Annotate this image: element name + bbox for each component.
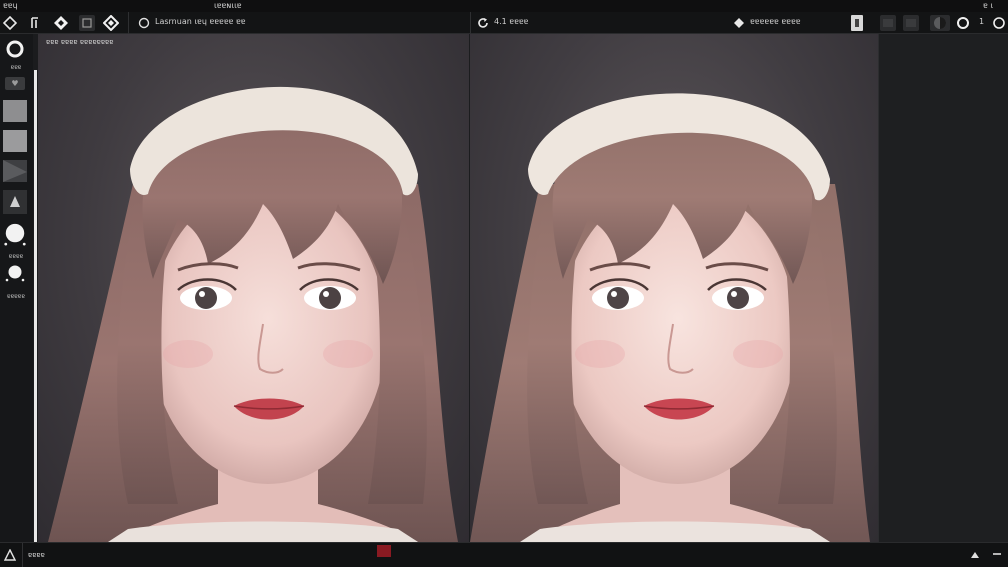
panel-scrollbar[interactable] — [34, 70, 37, 542]
bucket-bg — [3, 190, 27, 214]
grid-view-icon[interactable] — [880, 15, 896, 31]
heart-icon[interactable]: ♥ — [3, 75, 27, 91]
expand-up-icon[interactable] — [968, 549, 982, 561]
toolbar: Lasrnuan ɩɐɥ ɐɐɐɐɐ ɐɐ 4.1 ɐɐɐɐ ɐɐɐɐɐɐ ɐɐ… — [0, 12, 1008, 46]
warning-triangle-icon[interactable] — [2, 547, 18, 563]
menu-strip: ɐɐɥ ɩɐɐɴɩɩɐ ɐ ɩ — [0, 0, 1008, 12]
tag-icon[interactable] — [731, 15, 747, 31]
menu-left-label[interactable]: ɐɐɥ — [3, 1, 18, 10]
status-bar: ɐɐɐɐ — [0, 542, 1008, 567]
large-dot-icon[interactable] — [3, 220, 27, 248]
document-title[interactable]: Lasrnuan ɩɐɥ ɐɐɐɐɐ ɐɐ — [155, 17, 246, 26]
canvas-original[interactable]: ɐɐɐ ɐɐɐɐ ɐɐɐɐɐɐɐɐ — [38, 34, 469, 542]
portrait-result — [470, 93, 870, 542]
tool-panel: ɐɐɐ ♥ ɐɐɐɐ ɐɐɐɐɐ — [0, 34, 33, 542]
document-tab-icon[interactable] — [136, 15, 152, 31]
canvas-result[interactable] — [470, 34, 878, 542]
tool-label: ɐɐɐ — [10, 64, 22, 71]
portrait-original — [48, 86, 458, 542]
tool-label: ɐɐɐɐɐ — [6, 293, 25, 300]
properties-panel — [878, 34, 1008, 542]
swatch-light-fill — [3, 130, 27, 152]
status-divider — [22, 543, 23, 567]
menu-center-label[interactable]: ɩɐɐɴɩɩɐ — [214, 1, 242, 10]
collapse-icon[interactable] — [990, 549, 1004, 561]
ring-icon[interactable] — [991, 15, 1007, 31]
status-label: ɐɐɐɐ — [28, 551, 45, 559]
version-label: 4.1 ɐɐɐɐ — [494, 17, 529, 26]
transform-diamond-icon[interactable] — [103, 15, 119, 31]
brush-ring-icon[interactable] — [3, 38, 27, 60]
page-number: 1 — [979, 17, 985, 26]
record-indicator[interactable] — [377, 545, 391, 557]
fill-diamond-icon[interactable] — [53, 15, 69, 31]
small-dot-icon[interactable] — [3, 262, 27, 284]
refresh-icon[interactable] — [475, 15, 491, 31]
gradient-swatch-icon[interactable] — [3, 160, 27, 182]
bracket-icon[interactable] — [27, 15, 43, 31]
mask-toggle-icon[interactable] — [930, 15, 950, 31]
heart-glyph: ♥ — [5, 76, 25, 90]
select-diamond-icon[interactable] — [2, 15, 18, 31]
square-icon[interactable] — [79, 15, 95, 31]
swatch-light-icon[interactable] — [3, 130, 27, 152]
record-circle-icon[interactable] — [955, 15, 971, 31]
canvas-caption: ɐɐɐ ɐɐɐɐ ɐɐɐɐɐɐɐɐ — [46, 38, 114, 46]
frame-view-icon[interactable] — [903, 15, 919, 31]
swatch-gray-fill — [3, 100, 27, 122]
menu-right-label[interactable]: ɐ ɩ — [983, 1, 993, 10]
layer-thumbnail-icon[interactable] — [851, 15, 863, 31]
swatch-gray-icon[interactable] — [3, 100, 27, 122]
mode-label[interactable]: ɐɐɐɐɐɐ ɐɐɐɐ — [750, 17, 801, 26]
bucket-icon[interactable] — [3, 190, 27, 214]
tool-label: ɐɐɐɐ — [8, 253, 24, 260]
